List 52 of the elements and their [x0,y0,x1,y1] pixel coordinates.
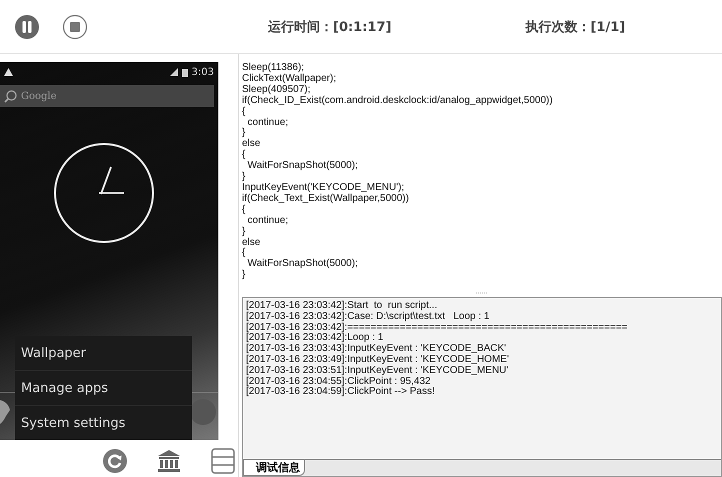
code-line: if(Check_Text_Exist(Wallpaper,5000)) [242,194,410,204]
battery-icon [182,68,188,76]
log-line: [2017-03-16 23:03:42]:Case: D:\script\test.txt Loop : 1 [246,312,490,322]
warning-icon [4,68,13,76]
code-line: } [242,172,246,182]
rows-layout-icon [210,448,236,474]
code-line: ClickText(Wallpaper); [242,74,338,84]
splitter-grip-icon[interactable] [476,291,488,295]
code-line: InputKeyEvent('KEYCODE_MENU'); [242,182,406,194]
stop-icon [62,14,88,40]
menu-item[interactable]: System settings [15,406,192,440]
menu-item[interactable]: Manage apps [15,371,192,406]
log-line: [2017-03-16 23:03:51]:InputKeyEvent : 'KEYCODE_MENU' [246,366,510,376]
menu-item[interactable]: Wallpaper [15,336,192,371]
code-line: Sleep(409507); [242,84,310,95]
code-line: else [242,139,262,150]
home-button[interactable] [156,448,182,474]
pause-button[interactable] [14,14,40,40]
code-line: { [242,150,246,162]
log-line: [2017-03-16 23:03:42]:Loop : 1 [246,333,384,344]
log-line: [2017-03-16 23:04:55]:ClickPoint : 95,432 [246,376,432,387]
code-line: WaitForSnapShot(5000); [246,259,359,270]
execution-count-label: 执行次数：[1/1] [525,18,626,36]
log-line: [2017-03-16 23:03:42]:================================================ [246,322,629,333]
signal-icon [170,68,178,76]
code-line: else [242,238,262,248]
code-line: { [242,204,246,216]
bank-building-icon [156,448,182,474]
search-icon [4,90,17,102]
code-line: { [242,248,246,260]
rotate-button[interactable] [102,448,128,474]
status-time: 3:03 [192,66,214,78]
stop-button[interactable] [62,14,88,40]
layout-button[interactable] [210,448,236,474]
code-line: } [242,128,246,138]
log-tab[interactable]: 调试信息 [243,460,305,476]
code-line: } [242,226,246,237]
code-line: Sleep(11386); [242,63,306,74]
code-line: continue; [246,118,290,128]
log-line: [2017-03-16 23:04:59]:ClickPoint --> Pass! [246,387,436,398]
run-time-label: 运行时间：[0:1:17] [268,18,392,36]
search-placeholder: Google [21,90,57,102]
code-line: } [242,270,246,282]
code-line: WaitForSnapShot(5000); [246,161,359,172]
code-line: { [242,106,246,118]
log-line: [2017-03-16 23:03:43]:InputKeyEvent : 'KEYCODE_BACK' [246,344,508,354]
code-line: continue; [246,216,290,227]
pause-icon [14,14,40,40]
log-line: [2017-03-16 23:03:42]:Start to run script... [246,301,438,312]
code-line: if(Check_ID_Exist(com.android.deskclock:id/analog_appwidget,5000)) [242,96,554,106]
log-line: [2017-03-16 23:03:49]:InputKeyEvent : 'KEYCODE_HOME' [246,354,510,366]
refresh-icon [102,448,128,474]
